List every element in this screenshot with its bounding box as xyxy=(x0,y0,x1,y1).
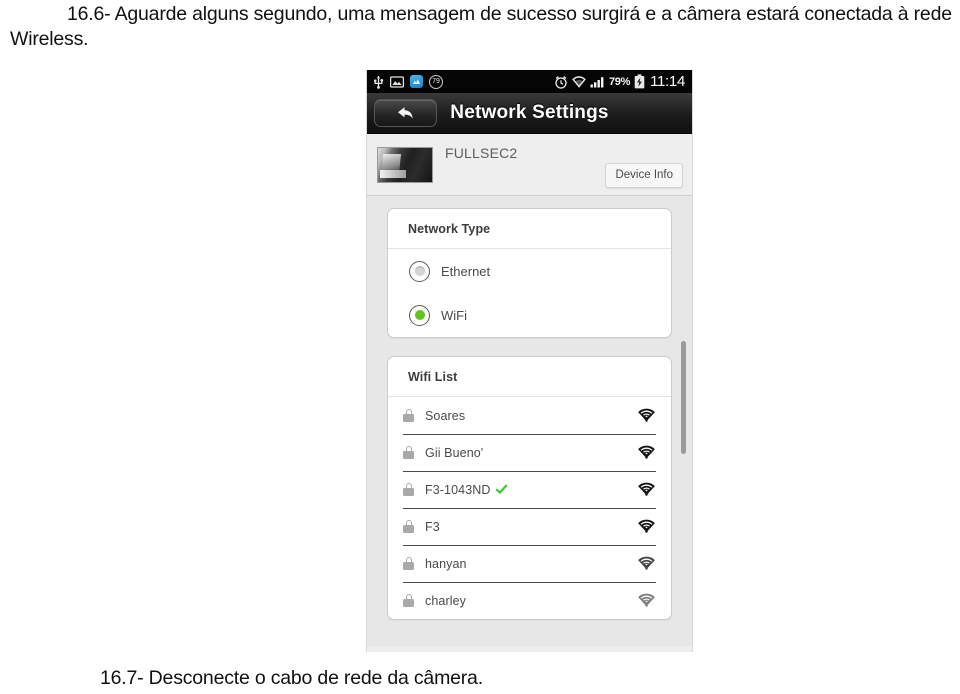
instruction-paragraph-16-6: 16.6- Aguarde alguns segundo, uma mensag… xyxy=(0,2,960,52)
device-name-label: FULLSEC2 xyxy=(445,145,518,161)
battery-charging-icon xyxy=(634,74,645,89)
battery-percent: 79% xyxy=(608,75,631,88)
wifi-ssid: F3 xyxy=(425,519,440,534)
wifi-list-item-connected[interactable]: F3-1043ND xyxy=(388,471,671,508)
wifi-signal-icon xyxy=(638,556,655,570)
network-type-header: Network Type xyxy=(388,209,671,249)
android-status-bar: 79 79% 11:14 xyxy=(367,70,692,93)
instruction-text-top: 16.6- Aguarde alguns segundo, uma mensag… xyxy=(10,3,952,50)
wifi-list-card: Wifi List Soares Gii Bueno' F3-1043ND F3… xyxy=(387,356,672,620)
wifi-signal-icon xyxy=(638,593,655,607)
wifi-list-item[interactable]: Gii Bueno' xyxy=(388,434,671,471)
wifi-icon xyxy=(572,76,586,88)
network-type-option-wifi[interactable]: WiFi xyxy=(388,293,671,337)
wifi-ssid: charley xyxy=(425,593,466,608)
back-button[interactable] xyxy=(374,99,437,127)
screenshot-bottom-edge xyxy=(367,646,692,652)
radio-dot xyxy=(414,266,425,276)
lock-icon xyxy=(403,446,414,459)
network-type-option-ethernet[interactable]: Ethernet xyxy=(388,249,671,293)
wifi-list-item[interactable]: Soares xyxy=(388,397,671,434)
device-summary-row: FULLSEC2 Device Info xyxy=(367,134,692,196)
lock-icon xyxy=(403,520,414,533)
wifi-list-item[interactable]: F3 xyxy=(388,508,671,545)
vertical-scrollbar[interactable] xyxy=(681,341,686,454)
app-title-bar: Network Settings xyxy=(367,93,692,134)
instruction-paragraph-16-7: 16.7- Desconecte o cabo de rede da câmer… xyxy=(0,666,960,691)
radio-ethernet-label: Ethernet xyxy=(441,263,491,279)
wifi-signal-icon xyxy=(638,445,655,459)
wifi-signal-icon xyxy=(638,519,655,533)
status-bar-right-icons: 79% 11:14 xyxy=(554,73,685,90)
camera-snapshot-thumbnail xyxy=(377,146,433,183)
radio-ethernet-icon[interactable] xyxy=(409,260,430,282)
usb-icon xyxy=(374,75,384,89)
radio-wifi-icon[interactable] xyxy=(409,304,430,326)
wifi-ssid: Soares xyxy=(425,408,466,423)
lock-icon xyxy=(403,483,414,496)
settings-scroll-area[interactable]: Network Type Ethernet WiFi Wifi List Soa… xyxy=(367,196,692,651)
wifi-list-item[interactable]: hanyan xyxy=(388,545,671,582)
network-type-card: Network Type Ethernet WiFi xyxy=(387,208,672,338)
connected-check-icon xyxy=(496,483,509,496)
wifi-ssid: hanyan xyxy=(425,556,467,571)
wifi-list-header: Wifi List xyxy=(388,357,671,397)
wifi-list-item[interactable]: charley xyxy=(388,582,671,619)
lock-icon xyxy=(403,557,414,570)
cell-signal-icon xyxy=(590,76,604,87)
wifi-ssid: F3-1043ND xyxy=(425,483,509,497)
back-arrow-icon xyxy=(398,107,413,119)
notification-badge: 79 xyxy=(429,74,443,89)
lock-icon xyxy=(403,409,414,422)
wifi-ssid: Gii Bueno' xyxy=(425,445,484,460)
alarm-clock-icon xyxy=(555,75,567,89)
image-icon xyxy=(390,75,404,88)
app-icon xyxy=(410,75,423,88)
radio-wifi-label: WiFi xyxy=(441,307,467,323)
radio-dot xyxy=(414,310,425,320)
wifi-ssid-text: F3-1043ND xyxy=(425,482,491,497)
status-bar-clock: 11:14 xyxy=(650,73,685,90)
lock-icon xyxy=(403,594,414,607)
device-info-button[interactable]: Device Info xyxy=(605,163,683,188)
status-bar-left-icons: 79 xyxy=(373,74,443,89)
wifi-signal-icon xyxy=(638,408,655,422)
instruction-text-bottom: 16.7- Desconecte o cabo de rede da câmer… xyxy=(100,667,483,689)
document-page: 16.6- Aguarde alguns segundo, uma mensag… xyxy=(0,0,960,694)
phone-screenshot: 79 79% 11:14 Network Settings FULLSEC2 D… xyxy=(366,70,693,652)
wifi-signal-icon xyxy=(638,482,655,496)
